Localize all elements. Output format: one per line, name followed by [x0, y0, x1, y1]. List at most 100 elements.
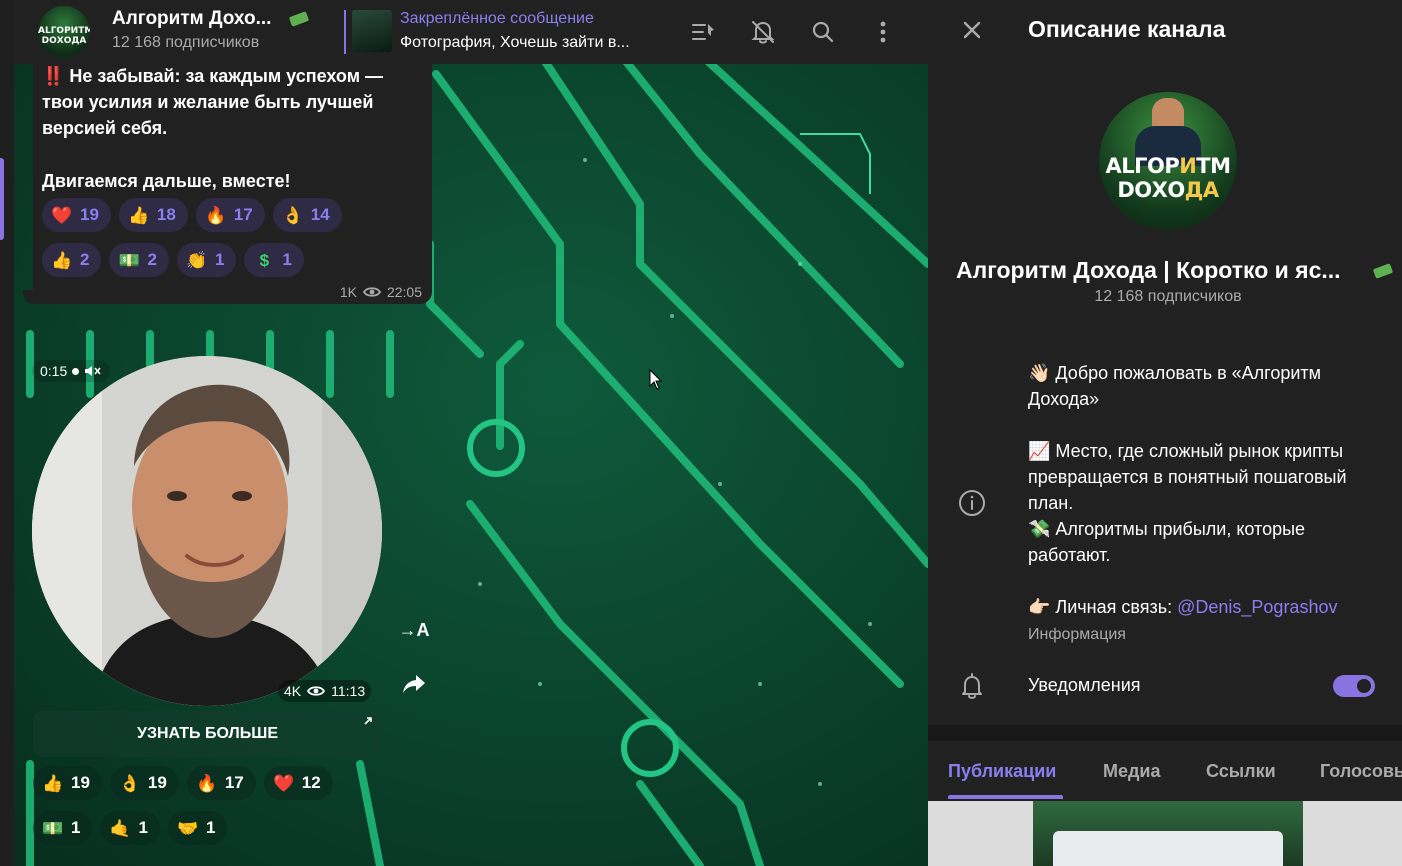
pinned-label[interactable]: Закреплённое сообщение	[400, 10, 594, 28]
reaction-thumbs-up[interactable]: 👍 18	[118, 198, 188, 232]
reaction-money[interactable]: 💵 2	[109, 243, 169, 277]
channel-info-panel: Описание канала АLГОРИТМ DОХОДА Алгоритм…	[928, 0, 1402, 866]
message-bubble[interactable]: ‼️ Не забывай: за каждым успехом — твои …	[23, 64, 432, 304]
contact-mention-link[interactable]: @Denis_Pograshov	[1177, 597, 1337, 617]
search-icon[interactable]	[805, 14, 841, 50]
money-badge-icon	[288, 11, 310, 27]
message-line: Двигаемся дальше, вместе!	[42, 171, 291, 191]
learn-more-label: УЗНАТЬ БОЛЬШЕ	[136, 725, 279, 742]
video-reactions-row: 👍 19 👌 19 🔥 17 ❤️ 12	[33, 766, 333, 800]
subscriber-count: 12 168 подписчиков	[1094, 288, 1242, 305]
channel-avatar[interactable]: АLГОРИТМ DОХОДА	[38, 6, 90, 58]
money-icon: 💵	[42, 818, 64, 838]
reaction-heart[interactable]: ❤️ 19	[42, 198, 111, 232]
muted-speaker-icon[interactable]	[84, 365, 102, 377]
reaction-call-me-hand[interactable]: 🤙 1	[100, 811, 160, 845]
reaction-count: 1	[214, 250, 225, 269]
reaction-clap[interactable]: 👏 1	[176, 243, 237, 277]
message-meta: 1K 22:05	[340, 284, 422, 300]
reaction-dollar[interactable]: $1	[244, 243, 304, 277]
heart-icon: ❤️	[273, 773, 295, 793]
media-tabs: Публикации Медиа Ссылки Голосовые	[928, 741, 1402, 801]
reaction-ok-hand[interactable]: 👌 14	[272, 198, 342, 232]
channel-title[interactable]: Алгоритм Дохо...	[112, 8, 271, 30]
message-line: версией себя.	[42, 118, 168, 138]
avatar-logo-text: DОХОДА	[1117, 178, 1219, 202]
video-message[interactable]	[32, 356, 382, 706]
description-contact: 👉🏻 Личная связь: @Denis_Pograshov	[1028, 597, 1338, 617]
reaction-green-thumbs-up[interactable]: 👍 2	[42, 243, 102, 277]
reaction-count: 1	[282, 250, 292, 269]
media-preview[interactable]	[928, 801, 1402, 866]
learn-more-button[interactable]: УЗНАТЬ БОЛЬШЕ	[33, 711, 382, 757]
video-duration: 0:15	[32, 360, 111, 382]
reaction-heart[interactable]: ❤️ 12	[263, 766, 333, 800]
message-line: ‼️ Не забывай: за каждым успехом —	[42, 66, 384, 86]
reaction-count: 19	[80, 205, 99, 224]
view-count: 1K	[339, 284, 357, 300]
reaction-count: 12	[301, 773, 321, 792]
green-thumbs-up-icon: 👍	[51, 250, 73, 270]
tab-publications[interactable]: Публикации	[948, 761, 1056, 782]
active-tab-indicator	[948, 795, 1063, 799]
pinned-thumbnail[interactable]	[352, 10, 392, 52]
translate-button[interactable]: →A	[398, 614, 430, 646]
reaction-count: 2	[80, 250, 90, 269]
reaction-count: 17	[224, 773, 244, 792]
eye-icon	[307, 685, 326, 697]
video-meta: 4K 11:13	[278, 680, 372, 702]
section-divider	[928, 725, 1402, 741]
toggle-knob	[1355, 677, 1373, 695]
more-vertical-icon[interactable]	[865, 14, 901, 50]
reaction-count: 19	[71, 773, 90, 792]
ok-hand-icon: 👌	[119, 773, 141, 793]
heart-icon: ❤️	[51, 205, 73, 225]
info-label: Информация	[1028, 626, 1126, 643]
chat-area: АLГОРИТМ DОХОДА Алгоритм Дохо... 12 168 …	[0, 0, 928, 866]
active-indicator	[0, 158, 4, 240]
reaction-money[interactable]: 💵 1	[33, 811, 93, 845]
recording-dot-icon	[72, 367, 80, 375]
pinned-bar	[344, 10, 346, 54]
reaction-count: 14	[310, 205, 330, 224]
call-me-hand-icon: 🤙	[109, 818, 132, 838]
handshake-icon: 🤝	[177, 818, 199, 838]
folder-strip	[0, 0, 14, 866]
thumbs-up-icon: 👍	[128, 205, 150, 225]
bell-off-icon[interactable]	[745, 14, 781, 50]
tab-media[interactable]: Медиа	[1103, 761, 1161, 782]
reaction-count: 17	[233, 205, 253, 224]
clap-icon: 👏	[186, 250, 208, 270]
reaction-fire[interactable]: 🔥 17	[195, 198, 265, 232]
notifications-label: Уведомления	[1028, 675, 1141, 695]
reaction-handshake[interactable]: 🤝 1	[167, 811, 228, 845]
description-paragraph: 📈 Место, где сложный рынок крипты превра…	[1028, 441, 1347, 513]
avatar-text: АLГОРИТМ	[38, 26, 90, 36]
tab-links[interactable]: Ссылки	[1206, 761, 1276, 782]
external-link-icon	[362, 715, 374, 727]
reactions-row: ❤️ 19 👍 18 🔥 17 👌 14	[42, 198, 342, 232]
message-time: 22:05	[386, 284, 422, 300]
mouse-cursor-icon	[649, 369, 663, 390]
reaction-fire[interactable]: 🔥 17	[186, 766, 256, 800]
chat-header[interactable]: АLГОРИТМ DОХОДА Алгоритм Дохо... 12 168 …	[14, 0, 928, 64]
share-icon[interactable]	[398, 668, 430, 700]
tab-voice[interactable]: Голосовые	[1320, 761, 1402, 782]
reaction-ok-hand[interactable]: 👌 19	[109, 766, 179, 800]
avatar-logo-text: АLГОРИТМ	[1105, 154, 1231, 178]
bell-icon	[958, 672, 986, 700]
money-icon: 💵	[118, 250, 141, 270]
reaction-count: 2	[147, 250, 157, 269]
reaction-count: 18	[156, 205, 176, 224]
panel-title: Описание канала	[1028, 16, 1226, 42]
message-line: твои усилия и желание быть лучшей	[42, 92, 374, 112]
pin-list-icon[interactable]	[686, 14, 722, 50]
pinned-text[interactable]: Фотография, Хочешь зайти в...	[400, 34, 630, 52]
reaction-count: 1	[205, 818, 216, 837]
close-icon[interactable]	[954, 12, 990, 48]
channel-avatar-large[interactable]: АLГОРИТМ DОХОДА	[1099, 92, 1237, 230]
fire-icon: 🔥	[205, 205, 227, 225]
reaction-thumbs-up[interactable]: 👍 19	[33, 766, 102, 800]
notifications-toggle[interactable]	[1333, 675, 1375, 697]
video-duration-text: 0:15	[40, 363, 68, 379]
